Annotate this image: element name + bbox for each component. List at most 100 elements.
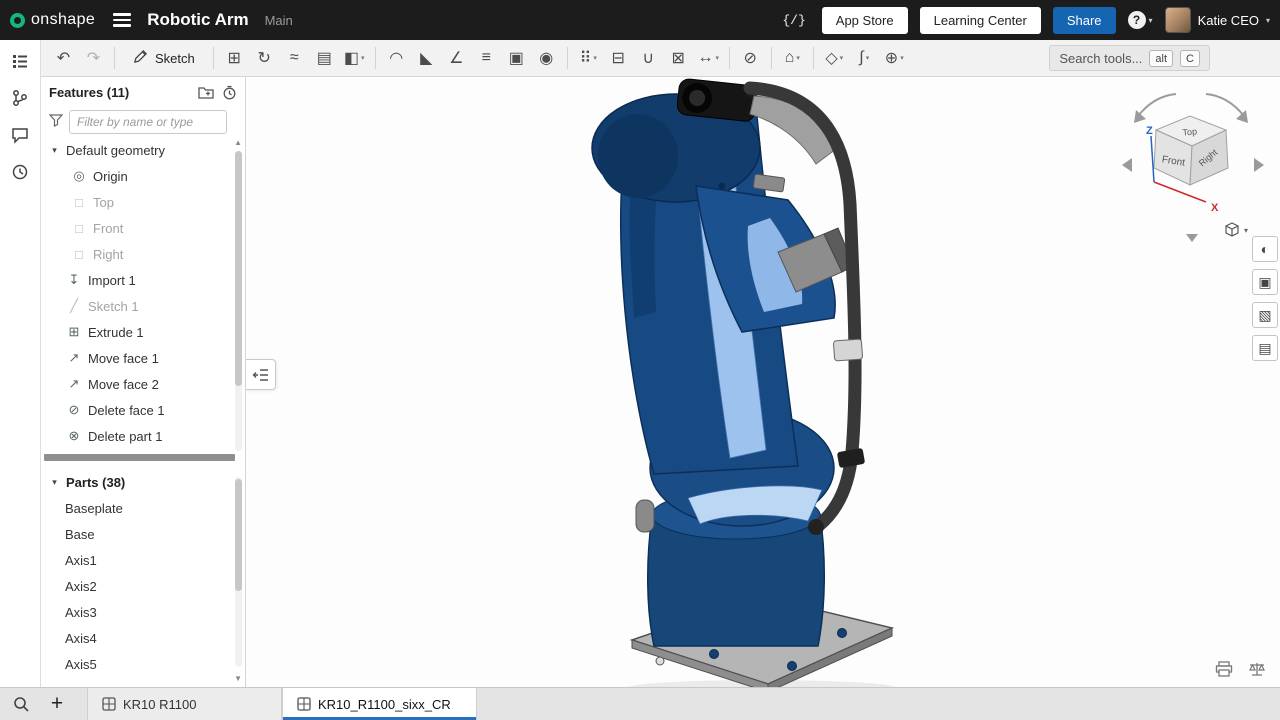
part-item-axis4[interactable]: Axis4 (41, 625, 245, 651)
units-scale-icon[interactable] (1248, 661, 1266, 680)
viewcube-menu-button[interactable]: ▾ (1224, 222, 1248, 238)
share-button[interactable]: Share (1053, 7, 1116, 34)
tree-item-sketch[interactable]: ╱ Sketch 1 (41, 293, 245, 319)
sheet-metal-icon[interactable]: ⌂▾ (778, 44, 807, 72)
shell-icon[interactable]: ▣ (502, 44, 531, 72)
translucent-display-icon[interactable]: ▧ (1252, 302, 1278, 328)
redo-button[interactable]: ↷ (79, 44, 108, 72)
sketch-label: Sketch (155, 51, 195, 66)
tree-item-move-face-2[interactable]: ↗ Move face 2 (41, 371, 245, 397)
draft-icon[interactable]: ∠ (442, 44, 471, 72)
document-outline-icon[interactable] (7, 48, 33, 74)
section-display-icon[interactable]: ▤ (1252, 335, 1278, 361)
search-tools-button[interactable]: Search tools... alt C (1049, 45, 1210, 71)
view-cube[interactable]: Top Front Right Z X (1118, 86, 1268, 244)
delete-part-icon[interactable]: ⊘ (736, 44, 765, 72)
toolbar-divider (213, 47, 214, 69)
tree-item-extrude[interactable]: ⊞ Extrude 1 (41, 319, 245, 345)
tree-item-right-plane[interactable]: □ Right (41, 241, 245, 267)
cube-icon (1224, 222, 1240, 238)
fillet-icon[interactable]: ◠ (382, 44, 411, 72)
app-store-button[interactable]: App Store (822, 7, 908, 34)
thicken-icon[interactable]: ◧▾ (340, 44, 369, 72)
history-icon[interactable] (7, 159, 33, 185)
rotate-down-arrow[interactable] (1186, 234, 1198, 242)
rotate-cw-arrow[interactable] (1206, 94, 1244, 116)
tree-item-delete-face[interactable]: ⊘ Delete face 1 (41, 397, 245, 423)
user-menu[interactable]: Katie CEO ▾ (1165, 7, 1270, 33)
extrude-icon[interactable]: ⊞ (220, 44, 249, 72)
origin-icon: ◎ (71, 168, 87, 184)
part-item-axis5[interactable]: Axis5 (41, 651, 245, 677)
scroll-up-icon[interactable]: ▲ (234, 139, 242, 147)
hamburger-menu-icon[interactable] (113, 13, 131, 27)
rotate-ccw-arrow[interactable] (1138, 94, 1176, 116)
rotate-left-arrow[interactable] (1122, 158, 1132, 172)
versions-icon[interactable] (7, 85, 33, 111)
tree-item-move-face-1[interactable]: ↗ Move face 1 (41, 345, 245, 371)
split-icon[interactable]: ⊠ (664, 44, 693, 72)
chamfer-icon[interactable]: ◣ (412, 44, 441, 72)
linear-pattern-icon[interactable]: ⠿▾ (574, 44, 603, 72)
learning-center-button[interactable]: Learning Center (920, 7, 1041, 34)
api-explorer-icon[interactable]: {/} (778, 11, 809, 30)
tab-label: KR10 R1100 (123, 697, 196, 712)
search-tabs-icon[interactable] (0, 688, 41, 720)
sketch-button[interactable]: Sketch (121, 44, 207, 72)
insert-tab-button[interactable]: + (41, 688, 73, 720)
boolean-icon[interactable]: ∪ (634, 44, 663, 72)
tree-item-top-plane[interactable]: □ Top (41, 189, 245, 215)
rib-icon[interactable]: ≡ (472, 44, 501, 72)
rotate-right-arrow[interactable] (1254, 158, 1264, 172)
user-name: Katie CEO (1198, 13, 1259, 28)
toolbar-divider (771, 47, 772, 69)
part-item-base[interactable]: Base (41, 521, 245, 547)
plane-icon[interactable]: ◇▾ (820, 44, 849, 72)
help-menu[interactable]: ? ▾ (1128, 11, 1153, 29)
kbd-alt: alt (1149, 50, 1173, 67)
workspace-label: Main (265, 13, 293, 28)
revolve-icon[interactable]: ↻ (250, 44, 279, 72)
toolbar-divider (567, 47, 568, 69)
shaded-edges-icon[interactable]: ▣ (1252, 269, 1278, 295)
filter-input[interactable] (69, 110, 227, 134)
regen-timer-icon[interactable] (222, 85, 237, 100)
delete-part-icon: ⊗ (66, 428, 82, 444)
parts-scrollbar[interactable] (235, 477, 242, 667)
rollback-bar[interactable] (44, 454, 235, 461)
tree-item-front-plane[interactable]: □ Front (41, 215, 245, 241)
part-item-axis3[interactable]: Axis3 (41, 599, 245, 625)
undo-button[interactable]: ↶ (49, 44, 78, 72)
collapse-caret-icon[interactable]: ▾ (49, 145, 60, 156)
mate-connector-icon[interactable]: ⊕▾ (880, 44, 909, 72)
toolbar-divider (813, 47, 814, 69)
scroll-down-icon[interactable]: ▼ (234, 675, 242, 683)
tab-kr10-r1100[interactable]: KR10 R1100 (87, 688, 282, 720)
snapshot-icon[interactable] (1215, 661, 1233, 680)
curves-icon[interactable]: ∫▾ (850, 44, 879, 72)
sweep-icon[interactable]: ≈ (280, 44, 309, 72)
z-axis-label: Z (1146, 125, 1153, 137)
onshape-logo[interactable]: onshape (10, 11, 95, 29)
display-options-strip: ◐ ▣ ▧ ▤ (1252, 236, 1278, 361)
tree-item-default-geometry[interactable]: ▾ Default geometry (41, 137, 245, 163)
tree-item-origin[interactable]: ◎ Origin (41, 163, 245, 189)
collapse-caret-icon[interactable]: ▾ (49, 477, 60, 488)
part-item-baseplate[interactable]: Baseplate (41, 495, 245, 521)
parts-section-header[interactable]: ▾ Parts (38) (41, 469, 245, 495)
comments-icon[interactable] (7, 122, 33, 148)
tab-kr10-r1100-sixx-cr[interactable]: KR10_R1100_sixx_CR (282, 688, 477, 720)
tree-item-delete-part[interactable]: ⊗ Delete part 1 (41, 423, 245, 449)
features-scrollbar[interactable] (235, 151, 242, 451)
part-item-axis1[interactable]: Axis1 (41, 547, 245, 573)
hole-icon[interactable]: ◉ (532, 44, 561, 72)
mirror-icon[interactable]: ⊟ (604, 44, 633, 72)
chevron-down-icon: ▾ (840, 54, 844, 62)
part-item-axis2[interactable]: Axis2 (41, 573, 245, 599)
transform-icon[interactable]: ↔▾ (694, 44, 723, 72)
loft-icon[interactable]: ▤ (310, 44, 339, 72)
tree-item-import[interactable]: ↧ Import 1 (41, 267, 245, 293)
new-folder-icon[interactable] (198, 85, 214, 99)
display-style-sphere-icon[interactable]: ◐ (1252, 236, 1278, 262)
feature-panel-collapse-handle[interactable] (246, 359, 276, 390)
